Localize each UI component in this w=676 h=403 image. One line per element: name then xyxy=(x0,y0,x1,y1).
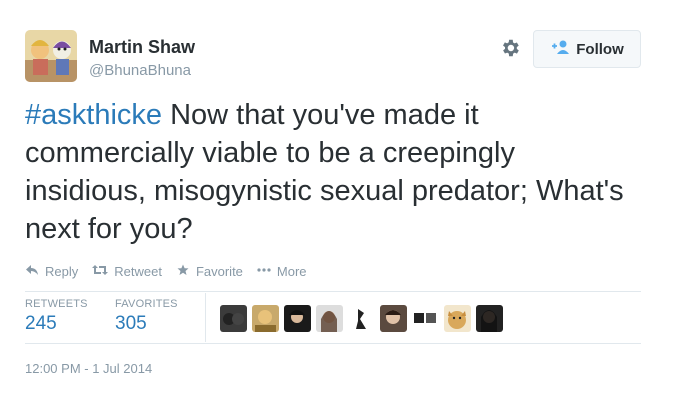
avatar[interactable] xyxy=(348,305,375,332)
favorites-label: FAVORITES xyxy=(115,298,178,310)
reply-button[interactable]: Reply xyxy=(25,264,78,279)
tweet-timestamp[interactable]: 12:00 PM - 1 Jul 2014 xyxy=(25,361,152,376)
divider xyxy=(25,343,641,344)
more-label: More xyxy=(276,263,307,279)
tweet-header: Martin Shaw @BhunaBhuna Follow xyxy=(25,30,645,82)
avatar[interactable] xyxy=(412,305,439,332)
avatar[interactable] xyxy=(316,305,343,332)
retweets-stat[interactable]: RETWEETS 245 xyxy=(25,298,88,335)
stats-separator xyxy=(205,293,206,342)
reply-label: Reply xyxy=(45,263,79,279)
follow-button[interactable]: Follow xyxy=(533,30,641,68)
retweet-label: Retweet xyxy=(114,263,162,279)
user-handle[interactable]: @BhunaBhuna xyxy=(89,62,191,79)
avatar[interactable] xyxy=(380,305,407,332)
follow-person-icon xyxy=(550,39,570,59)
follow-label: Follow xyxy=(576,40,624,58)
gear-icon[interactable] xyxy=(499,37,521,59)
retweets-count: 245 xyxy=(25,313,57,334)
divider xyxy=(25,291,641,292)
favorite-button[interactable]: Favorite xyxy=(176,264,243,279)
tweet-actions: Reply Retweet Favorite More xyxy=(25,262,321,280)
reply-icon xyxy=(25,264,39,279)
avatar[interactable] xyxy=(252,305,279,332)
favorites-stat[interactable]: FAVORITES 305 xyxy=(115,298,178,335)
avatar[interactable] xyxy=(476,305,503,332)
more-button[interactable]: More xyxy=(257,264,307,279)
favoriters-avatars xyxy=(220,305,503,332)
avatar[interactable] xyxy=(444,305,471,332)
avatar[interactable] xyxy=(284,305,311,332)
favorite-star-icon xyxy=(176,264,190,279)
hashtag-link[interactable]: #askthicke xyxy=(25,99,162,131)
retweet-button[interactable]: Retweet xyxy=(92,264,162,279)
retweet-icon xyxy=(92,264,109,279)
favorites-count: 305 xyxy=(115,313,147,334)
avatar[interactable] xyxy=(25,30,77,82)
favorite-label: Favorite xyxy=(195,263,243,279)
tweet-text: #askthicke Now that you've made it comme… xyxy=(25,96,625,248)
retweets-label: RETWEETS xyxy=(25,298,88,310)
avatar[interactable] xyxy=(220,305,247,332)
user-name[interactable]: Martin Shaw xyxy=(89,37,195,58)
more-dots-icon xyxy=(257,264,271,279)
